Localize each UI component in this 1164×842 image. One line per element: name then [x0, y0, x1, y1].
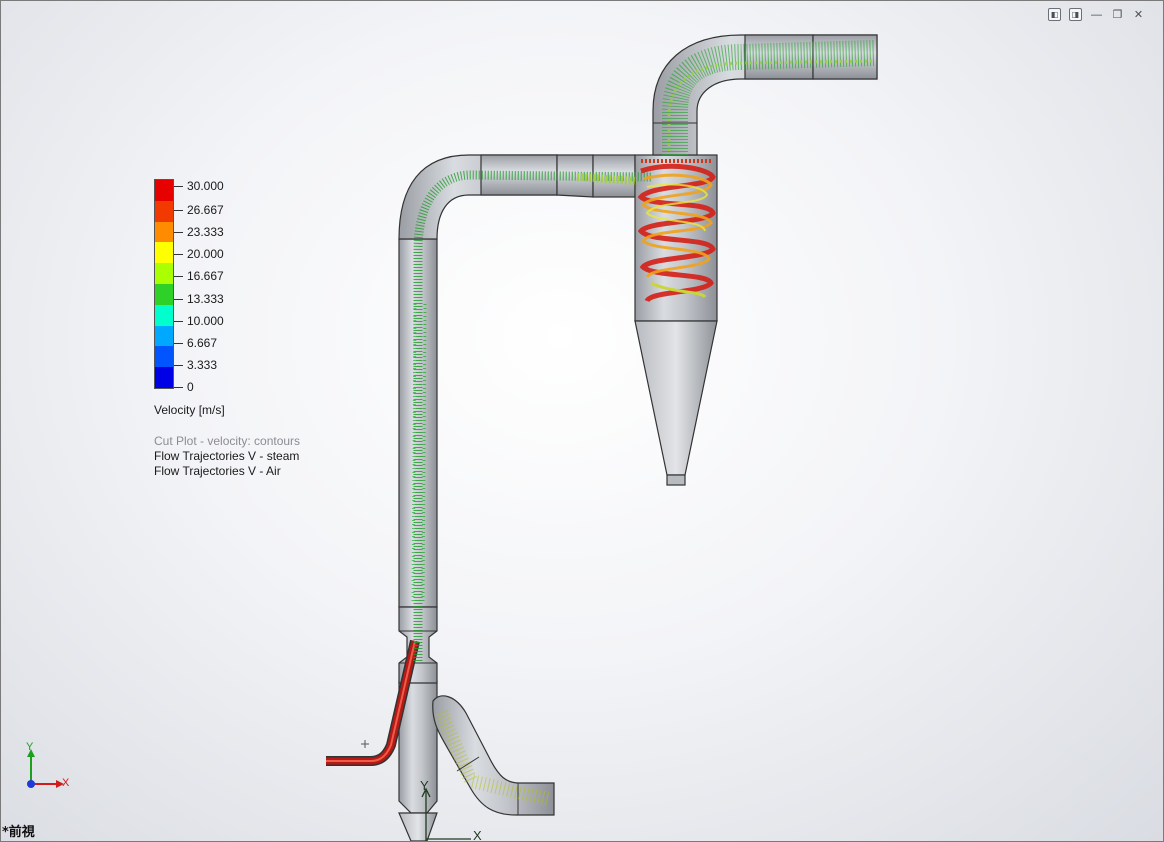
- trajectory-air-label[interactable]: Flow Trajectories V - Air: [154, 464, 300, 479]
- origin-marker: [361, 740, 369, 748]
- legend-swatch: [155, 180, 173, 201]
- legend-tick: 30.000: [174, 179, 224, 193]
- lower-hopper: [398, 680, 555, 841]
- origin-x-label: X: [473, 828, 482, 842]
- view-name-label: *前視: [2, 825, 35, 840]
- cyclone-model[interactable]: [1, 1, 1163, 841]
- graphics-viewport[interactable]: ◧ ◨ — ❐ ✕ Y X Y X 30.000 26.667 23.333 2…: [0, 0, 1164, 842]
- legend-swatch: [155, 200, 173, 222]
- legend-color-bar: [154, 179, 174, 389]
- orientation-triad[interactable]: [27, 749, 64, 788]
- legend-tick: 23.333: [174, 225, 224, 239]
- legend-tick: 13.333: [174, 292, 224, 306]
- triad-y-label: Y: [26, 741, 34, 753]
- legend-swatch: [155, 304, 173, 326]
- origin-y-label: Y: [420, 778, 429, 793]
- legend-tick: 16.667: [174, 269, 224, 283]
- legend-swatch: [155, 367, 173, 388]
- legend-tick: 26.667: [174, 203, 224, 217]
- legend-tick: 3.333: [173, 358, 218, 372]
- legend-swatch: [155, 346, 173, 368]
- triad-x-label: X: [62, 777, 70, 789]
- legend-swatch: [155, 221, 173, 243]
- legend-tick: 10.000: [174, 314, 224, 328]
- legend-tick: 0: [174, 380, 194, 394]
- trajectory-steam-label[interactable]: Flow Trajectories V - steam: [154, 449, 300, 464]
- legend-swatch: [155, 283, 173, 305]
- cut-plot-label[interactable]: Cut Plot - velocity: contours: [154, 434, 300, 449]
- legend-swatch: [155, 263, 173, 284]
- legend-swatch: [155, 325, 173, 347]
- riser-pipe: [398, 238, 438, 684]
- legend-tick: 20.000: [174, 247, 224, 261]
- legend-title: Velocity [m/s]: [154, 403, 225, 417]
- legend-tick: 6.667: [173, 336, 218, 350]
- legend-swatch: [155, 242, 173, 264]
- plot-info: Cut Plot - velocity: contours Flow Traje…: [154, 434, 300, 479]
